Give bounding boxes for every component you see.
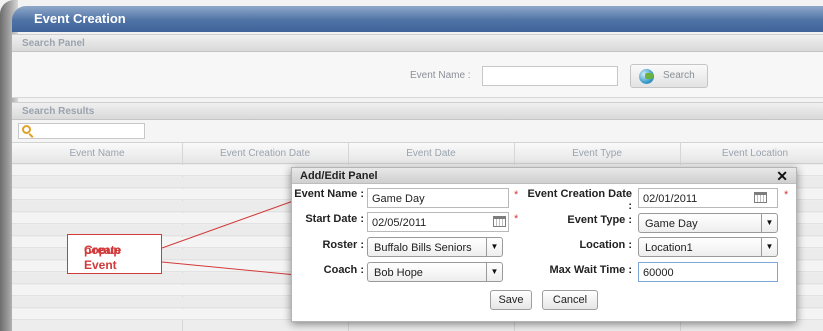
required-marker: * bbox=[784, 189, 789, 201]
location-value: Location1 bbox=[645, 242, 693, 254]
max-wait-time-label: Max Wait Time : bbox=[549, 264, 632, 276]
chevron-down-icon: ▼ bbox=[486, 263, 502, 281]
popup-header: Add/Edit Panel ✕ bbox=[292, 168, 796, 184]
max-wait-time-field[interactable]: 60000 bbox=[638, 262, 778, 282]
chevron-down-icon: ▼ bbox=[486, 238, 502, 256]
event-type-value: Game Day bbox=[645, 218, 698, 230]
cancel-button[interactable]: Cancel bbox=[542, 290, 598, 310]
event-creation-page: Event Creation Search Panel Event Name :… bbox=[0, 0, 823, 331]
column-header-event-location[interactable]: Event Location bbox=[680, 148, 823, 159]
annotation-callout: Create Event popup bbox=[67, 234, 162, 274]
search-panel-header: Search Panel bbox=[12, 34, 823, 52]
start-date-label: Start Date : bbox=[305, 213, 364, 225]
location-label: Location : bbox=[579, 239, 632, 251]
column-header-event-creation-date[interactable]: Event Creation Date bbox=[182, 148, 348, 159]
event-name-field-label: Event Name : bbox=[294, 188, 364, 200]
required-marker: * bbox=[514, 213, 519, 225]
column-header-event-type[interactable]: Event Type bbox=[514, 148, 680, 159]
required-marker: * bbox=[514, 189, 519, 201]
close-icon[interactable]: ✕ bbox=[776, 168, 788, 185]
search-results-header: Search Results bbox=[12, 102, 823, 120]
annotation-line2: popup bbox=[84, 243, 121, 257]
roster-value: Buffalo Bills Seniors bbox=[374, 242, 472, 254]
roster-label: Roster : bbox=[322, 239, 364, 251]
add-edit-popup: Add/Edit Panel ✕ Event Name : Game Day *… bbox=[291, 167, 797, 322]
column-header-event-date[interactable]: Event Date bbox=[348, 148, 514, 159]
column-header-event-name[interactable]: Event Name bbox=[12, 148, 182, 159]
grid-header: Event Name Event Creation Date Event Dat… bbox=[12, 142, 823, 164]
event-name-label: Event Name : bbox=[410, 70, 471, 81]
magnifier-icon bbox=[22, 125, 31, 134]
calendar-icon[interactable] bbox=[754, 192, 767, 203]
coach-label: Coach : bbox=[323, 264, 364, 276]
search-panel-title: Search Panel bbox=[22, 38, 85, 49]
coach-select[interactable]: Bob Hope ▼ bbox=[367, 262, 503, 282]
page-title: Event Creation bbox=[34, 11, 126, 26]
popup-title: Add/Edit Panel bbox=[300, 170, 378, 182]
search-button-label: Search bbox=[663, 70, 695, 81]
event-creation-date-label: Event Creation Date : bbox=[527, 188, 632, 212]
event-name-field[interactable]: Game Day bbox=[367, 188, 509, 208]
title-bar: Event Creation bbox=[12, 6, 823, 32]
event-type-label: Event Type : bbox=[567, 214, 632, 226]
results-filter-row bbox=[12, 120, 823, 142]
event-name-search-input[interactable] bbox=[482, 66, 618, 86]
save-button[interactable]: Save bbox=[490, 290, 532, 310]
chevron-down-icon: ▼ bbox=[761, 238, 777, 256]
search-globe-icon bbox=[639, 69, 654, 84]
event-type-select[interactable]: Game Day ▼ bbox=[638, 213, 778, 233]
roster-select[interactable]: Buffalo Bills Seniors ▼ bbox=[367, 237, 503, 257]
calendar-icon[interactable] bbox=[493, 216, 506, 227]
results-filter-input[interactable] bbox=[18, 123, 145, 139]
search-panel: Event Name : Search bbox=[12, 52, 823, 98]
chevron-down-icon: ▼ bbox=[761, 214, 777, 232]
search-button[interactable]: Search bbox=[630, 64, 708, 88]
coach-value: Bob Hope bbox=[374, 267, 423, 279]
search-results-title: Search Results bbox=[22, 106, 95, 117]
location-select[interactable]: Location1 ▼ bbox=[638, 237, 778, 257]
start-date-field[interactable]: 02/05/2011 bbox=[367, 212, 509, 232]
